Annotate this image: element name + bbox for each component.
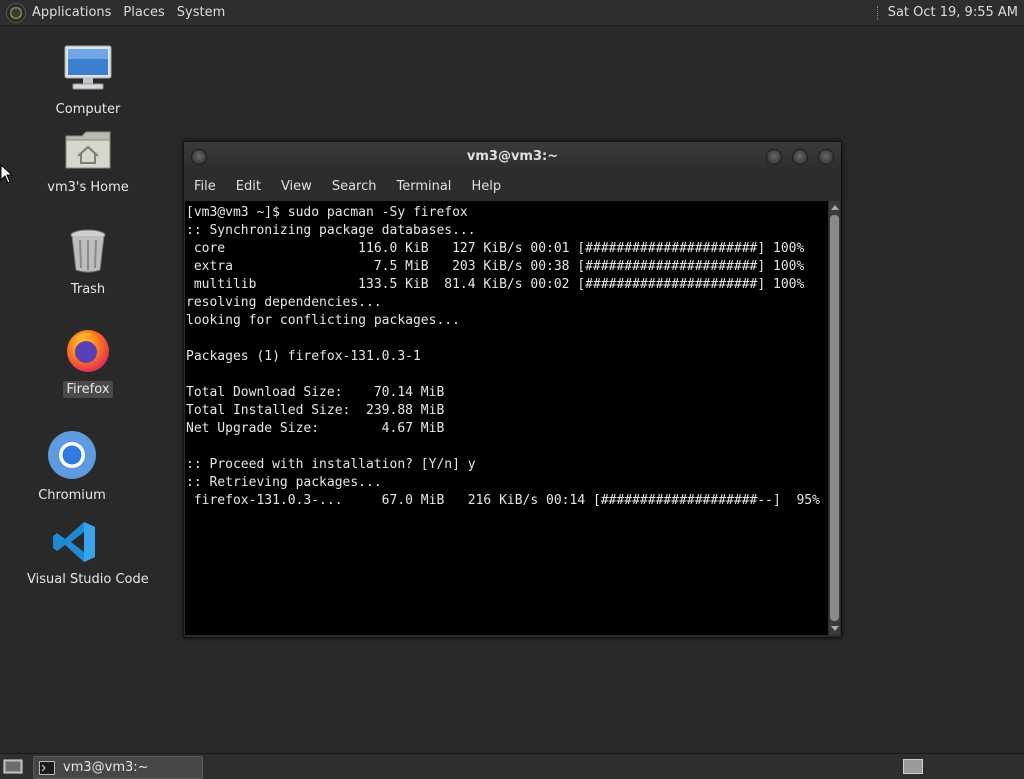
title-bar[interactable]: vm3@vm3:~ (184, 142, 841, 172)
terminal-menu-bar: File Edit View Search Terminal Help (184, 172, 841, 200)
desktop-icon-label: vm3's Home (47, 180, 129, 195)
panel-handle-icon (876, 5, 882, 20)
terminal-line: extra 7.5 MiB 203 KiB/s 00:38 [#########… (186, 259, 805, 274)
menu-search[interactable]: Search (322, 179, 387, 194)
desktop-icon-vscode[interactable]: Visual Studio Code (24, 520, 149, 588)
trash-icon (70, 229, 106, 273)
computer-icon (64, 45, 112, 90)
maximize-icon[interactable] (792, 149, 808, 165)
terminal-line: Net Upgrade Size: 4.67 MiB (186, 421, 445, 436)
menu-file[interactable]: File (184, 179, 226, 194)
menu-view[interactable]: View (271, 179, 322, 194)
clock[interactable]: Sat Oct 19, 9:55 AM (888, 5, 1018, 20)
desktop-icon-label: Computer (55, 102, 121, 117)
distro-logo-icon[interactable] (6, 2, 26, 23)
terminal-line: [vm3@vm3 ~]$ sudo pacman -Sy firefox (186, 205, 468, 220)
terminal-line: firefox-131.0.3-... 67.0 MiB 216 KiB/s 0… (186, 493, 820, 508)
scroll-down-icon[interactable] (831, 626, 839, 631)
scroll-up-icon[interactable] (831, 205, 839, 210)
terminal-line: :: Proceed with installation? [Y/n] y (186, 457, 476, 472)
terminal-icon (39, 760, 55, 775)
workspace-switcher[interactable] (903, 759, 923, 774)
scroll-thumb[interactable] (830, 215, 839, 621)
terminal-line: looking for conflicting packages... (186, 313, 460, 328)
desktop-icon-label: Visual Studio Code (27, 572, 149, 587)
places-menu[interactable]: Places (117, 0, 170, 25)
desktop-icon-label: Chromium (38, 488, 106, 503)
taskbar-terminal-button[interactable]: vm3@vm3:~ (33, 756, 203, 779)
window-title: vm3@vm3:~ (466, 149, 559, 164)
desktop-icon-firefox[interactable]: Firefox (38, 326, 138, 398)
desktop-icon-computer[interactable]: Computer (38, 44, 138, 118)
menu-terminal[interactable]: Terminal (386, 179, 461, 194)
terminal-line: Total Download Size: 70.14 MiB (186, 385, 445, 400)
chromium-icon (48, 431, 96, 479)
desktop-icon-home[interactable]: vm3's Home (38, 128, 138, 196)
menu-edit[interactable]: Edit (226, 179, 271, 194)
menu-help[interactable]: Help (461, 179, 511, 194)
top-panel: Applications Places System Sat Oct 19, 9… (0, 0, 1024, 26)
vscode-icon (53, 522, 95, 562)
mouse-cursor-icon (0, 164, 12, 184)
terminal-line: core 116.0 KiB 127 KiB/s 00:01 [########… (186, 241, 805, 256)
desktop-icon-label: Trash (70, 282, 106, 297)
terminal-line: :: Synchronizing package databases... (186, 223, 476, 238)
desktop-icon-label: Firefox (63, 381, 113, 398)
system-menu[interactable]: System (171, 0, 231, 25)
bottom-panel: vm3@vm3:~ (0, 753, 1024, 779)
terminal-line: resolving dependencies... (186, 295, 382, 310)
home-folder-icon (65, 131, 111, 169)
terminal-line: Total Installed Size: 239.88 MiB (186, 403, 445, 418)
taskbar-label: vm3@vm3:~ (63, 760, 149, 775)
terminal-line: :: Retrieving packages... (186, 475, 382, 490)
window-menu-icon[interactable] (191, 149, 207, 165)
terminal-output[interactable]: [vm3@vm3 ~]$ sudo pacman -Sy firefox :: … (185, 201, 828, 635)
minimize-icon[interactable] (766, 149, 782, 165)
terminal-line: Packages (1) firefox-131.0.3-1 (186, 349, 421, 364)
clock-area: Sat Oct 19, 9:55 AM (876, 0, 1018, 25)
firefox-icon (67, 330, 109, 372)
desktop-icon-chromium[interactable]: Chromium (22, 430, 122, 504)
terminal-scrollbar[interactable] (829, 201, 840, 635)
terminal-text: [vm3@vm3 ~]$ sudo pacman -Sy firefox :: … (185, 201, 828, 510)
show-desktop-icon[interactable] (3, 758, 23, 775)
close-icon[interactable] (818, 149, 834, 165)
terminal-line: multilib 133.5 KiB 81.4 KiB/s 00:02 [###… (186, 277, 805, 292)
desktop-icon-trash[interactable]: Trash (38, 228, 138, 298)
applications-menu[interactable]: Applications (26, 0, 117, 25)
terminal-window[interactable]: vm3@vm3:~ File Edit View Search Terminal… (183, 141, 842, 638)
